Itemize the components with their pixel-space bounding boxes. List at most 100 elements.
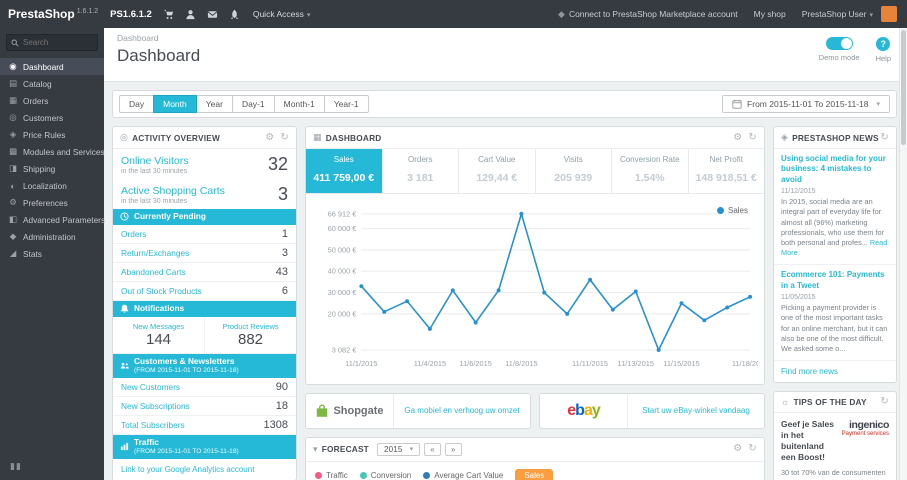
- forecast-legend-average-cart-value[interactable]: Average Cart Value: [423, 471, 503, 480]
- product-reviews-link[interactable]: Product Reviews: [207, 322, 294, 331]
- panel-refresh-icon[interactable]: ↻: [748, 132, 757, 143]
- demo-mode-toggle[interactable]: [825, 37, 853, 50]
- sidebar-item-dashboard[interactable]: ◉ Dashboard: [0, 58, 104, 75]
- forecast-next-button[interactable]: »: [444, 442, 462, 456]
- dashboard-panel-title: Dashboard: [325, 132, 382, 143]
- prestashop-logo[interactable]: PrestaShop 1.6.1.2: [8, 7, 98, 21]
- sidebar-search[interactable]: [6, 34, 98, 51]
- kpi-conversion-rate-label: Conversion Rate: [619, 155, 680, 164]
- svg-text:3 082 €: 3 082 €: [332, 345, 357, 354]
- sidebar-item-customers[interactable]: ◎ Customers: [0, 109, 104, 126]
- sidebar-item-administration[interactable]: ◆ Administration: [0, 228, 104, 245]
- forecast-year-select[interactable]: 2015 ▾: [376, 442, 421, 456]
- forecast-legend-traffic[interactable]: Traffic: [315, 471, 348, 480]
- ebay-logo: ebay: [540, 393, 628, 428]
- user-name: PrestaShop User: [801, 9, 867, 19]
- forecast-panel-title: Forecast: [321, 444, 369, 455]
- new-messages-link[interactable]: New Messages: [115, 322, 202, 331]
- localization-icon: ◐: [10, 180, 16, 191]
- range-month-1-button[interactable]: Month-1: [273, 95, 325, 113]
- traffic-header: Traffic (FROM 2015-11-01 TO 2015-11-18): [113, 434, 296, 459]
- panel-refresh-icon[interactable]: ↻: [748, 444, 757, 454]
- new-subscriptions-link[interactable]: New Subscriptions: [121, 401, 190, 411]
- sidebar-item-preferences[interactable]: ⚙ Preferences: [0, 194, 104, 211]
- panel-settings-icon[interactable]: ⚙: [733, 444, 742, 454]
- sidebar-item-catalog[interactable]: ▤ Catalog: [0, 75, 104, 92]
- kpi-sales[interactable]: Sales 411 759,00 €: [306, 149, 383, 193]
- out-of-stock-link[interactable]: Out of Stock Products: [121, 286, 202, 296]
- total-subscribers-row: Total Subscribers 1308: [113, 416, 296, 435]
- new-customers-link[interactable]: New Customers: [121, 382, 180, 392]
- abandoned-carts-link[interactable]: Abandoned Carts: [121, 267, 186, 277]
- sidebar-item-localization[interactable]: ◐ Localization: [0, 177, 104, 194]
- forecast-legend-sales-button[interactable]: Sales: [515, 468, 554, 480]
- help-label: Help: [875, 54, 891, 63]
- ebay-link[interactable]: Start uw eBay-winkel vandaag: [628, 406, 764, 415]
- sidebar-item-advanced-parameters[interactable]: ◧ Advanced Parameters: [0, 211, 105, 228]
- range-toolbar: Day Month Year Day-1 Month-1 Year-1 From…: [112, 90, 897, 118]
- kpi-sales-label: Sales: [333, 155, 354, 164]
- sidebar-item-modules-and-services[interactable]: ▩ Modules and Services: [0, 143, 105, 160]
- panel-refresh-icon[interactable]: ↻: [880, 397, 889, 407]
- quick-access-menu[interactable]: Quick Access ▾: [253, 9, 311, 19]
- sidebar-item-orders[interactable]: ▦ Orders: [0, 92, 104, 109]
- user-menu[interactable]: PrestaShop User ▾: [802, 9, 873, 19]
- range-year-1-button[interactable]: Year-1: [323, 95, 369, 113]
- shopgate-link[interactable]: Ga mobiel en verhoog uw omzet: [394, 406, 530, 415]
- find-more-news-link[interactable]: Find more news: [774, 361, 896, 382]
- sidebar-collapse-icon[interactable]: ▮▮: [10, 461, 22, 472]
- chart-legend-label: Sales: [727, 206, 748, 215]
- marketplace-link[interactable]: ◆ Connect to PrestaShop Marketplace accou…: [558, 9, 738, 20]
- middle-column: ▦ Dashboard ⚙ ↻ Sales 411 759,00 €: [305, 126, 765, 480]
- online-visitors-sub: in the last 30 minutes: [121, 167, 188, 175]
- sidebar-item-label: Dashboard: [23, 61, 64, 72]
- kpi-net-profit[interactable]: Net Profit 148 918,51 €: [689, 149, 765, 193]
- sidebar-item-stats[interactable]: ◢ Stats: [0, 245, 104, 262]
- person-icon[interactable]: [185, 9, 196, 20]
- mail-icon[interactable]: [207, 9, 218, 20]
- forecast-legend-conversion[interactable]: Conversion: [359, 471, 411, 480]
- dashboard-panel: ▦ Dashboard ⚙ ↻ Sales 411 759,00 €: [305, 126, 765, 385]
- user-avatar[interactable]: [881, 6, 897, 22]
- news-article-excerpt: Picking a payment provider is one of the…: [781, 303, 888, 353]
- pending-returns-link[interactable]: Return/Exchanges: [121, 248, 189, 258]
- panel-refresh-icon[interactable]: ↻: [280, 132, 289, 143]
- topbar-left: PrestaShop 1.6.1.2 PS1.6.1.2 Quick Access…: [8, 7, 310, 21]
- range-day-1-button[interactable]: Day-1: [231, 95, 275, 113]
- kpi-conversion-rate[interactable]: Conversion Rate 1.54%: [612, 149, 689, 193]
- scrollbar-thumb[interactable]: [901, 30, 906, 145]
- kpi-cart-value-label: Cart Value: [478, 155, 516, 164]
- storefront-icon[interactable]: [163, 9, 174, 20]
- pending-orders-link[interactable]: Orders: [121, 229, 146, 239]
- search-input[interactable]: [23, 38, 95, 47]
- logo-text: PrestaShop: [8, 7, 75, 21]
- kpi-orders[interactable]: Orders 3 181: [383, 149, 459, 193]
- kpi-visits[interactable]: Visits 205 939: [536, 149, 612, 193]
- news-article-title-link[interactable]: Using social media for your business: 4 …: [781, 154, 889, 185]
- ebay-letter-e: e: [567, 401, 576, 419]
- total-subscribers-link[interactable]: Total Subscribers: [121, 420, 185, 430]
- range-month-button[interactable]: Month: [153, 95, 197, 113]
- people-icon: [120, 363, 129, 369]
- panel-settings-icon[interactable]: ⚙: [265, 132, 274, 143]
- online-visitors-metric: Online Visitors in the last 30 minutes 3…: [113, 149, 296, 179]
- google-analytics-link[interactable]: Link to your Google Analytics account: [113, 459, 296, 480]
- sidebar-item-shipping[interactable]: ◨ Shipping: [0, 160, 104, 177]
- sidebar-item-price-rules[interactable]: ◈ Price Rules: [0, 126, 104, 143]
- range-day-button[interactable]: Day: [119, 95, 155, 113]
- active-carts-link[interactable]: Active Shopping Carts: [121, 185, 225, 197]
- panel-refresh-icon[interactable]: ↻: [880, 132, 889, 143]
- news-article-title-link[interactable]: Ecommerce 101: Payments in a Tweet: [781, 270, 889, 291]
- help-icon[interactable]: ?: [876, 37, 891, 51]
- chart-legend[interactable]: Sales: [716, 206, 748, 215]
- vertical-scrollbar[interactable]: [899, 28, 907, 480]
- date-range-button[interactable]: From 2015-11-01 To 2015-11-18 ▾: [722, 95, 890, 113]
- rocket-icon[interactable]: [229, 9, 240, 20]
- panel-settings-icon[interactable]: ⚙: [733, 132, 742, 143]
- forecast-prev-button[interactable]: «: [424, 442, 441, 456]
- my-shop-link[interactable]: My shop: [754, 9, 786, 19]
- online-visitors-link[interactable]: Online Visitors: [121, 155, 189, 167]
- range-year-button[interactable]: Year: [195, 95, 233, 113]
- currently-pending-title: Currently Pending: [134, 211, 206, 221]
- kpi-cart-value[interactable]: Cart Value 129,44 €: [459, 149, 536, 193]
